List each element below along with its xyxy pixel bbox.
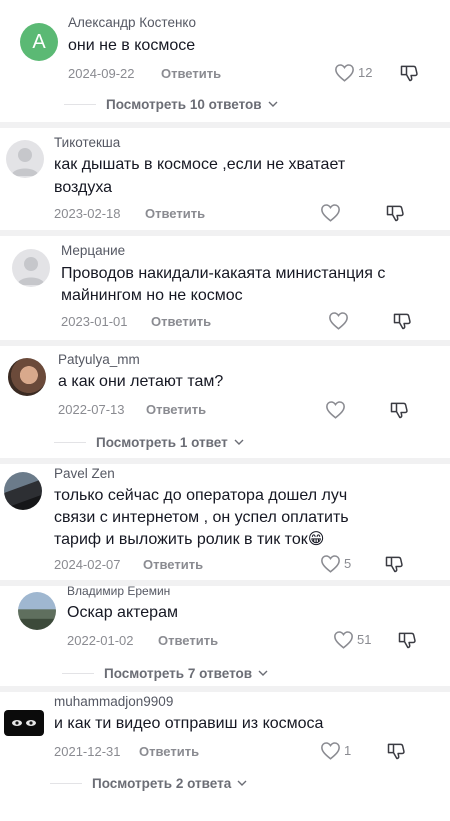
comment-text: а как они летают там? bbox=[58, 373, 224, 390]
eyes-image-icon bbox=[12, 720, 36, 726]
avatar[interactable] bbox=[4, 710, 44, 736]
like-button[interactable] bbox=[325, 400, 346, 419]
like-button[interactable]: 1 bbox=[320, 741, 351, 760]
comment-item: Мерцание Проводов накидали-какаята минис… bbox=[0, 236, 450, 340]
view-replies-label: Посмотреть 1 ответ bbox=[96, 435, 228, 450]
view-replies-button[interactable]: Посмотреть 2 ответа bbox=[50, 776, 247, 791]
dislike-button[interactable] bbox=[385, 203, 405, 228]
view-replies-button[interactable]: Посмотреть 10 ответов bbox=[64, 97, 278, 112]
comment-text: воздуха bbox=[54, 179, 113, 196]
reply-button[interactable]: Ответить bbox=[151, 314, 211, 329]
like-button[interactable]: 51 bbox=[333, 630, 371, 649]
like-button[interactable] bbox=[320, 203, 341, 222]
thumbs-down-icon bbox=[386, 205, 404, 222]
default-avatar-icon bbox=[11, 148, 39, 176]
dislike-button[interactable] bbox=[392, 311, 412, 336]
avatar[interactable] bbox=[18, 592, 56, 630]
comment-username[interactable]: Владимир Еремин bbox=[67, 584, 170, 598]
dislike-button[interactable] bbox=[386, 741, 406, 766]
comment-date: 2022-01-02 bbox=[67, 633, 134, 648]
thumbs-down-icon bbox=[400, 65, 418, 82]
heart-outline-icon bbox=[321, 555, 340, 573]
comment-item: muhammadjon9909 и как ти видео отправиш … bbox=[0, 692, 450, 821]
comment-text: они не в космосе bbox=[68, 37, 196, 54]
avatar[interactable] bbox=[8, 358, 46, 396]
comment-text: майнингом но не космос bbox=[61, 287, 243, 304]
comment-date: 2021-12-31 bbox=[54, 744, 121, 759]
heart-outline-icon bbox=[329, 312, 348, 330]
comment-date: 2024-02-07 bbox=[54, 557, 121, 572]
comment-username[interactable]: Patyulya_mm bbox=[58, 352, 140, 367]
heart-outline-icon bbox=[326, 401, 345, 419]
chevron-down-icon bbox=[258, 670, 268, 676]
divider-line bbox=[64, 104, 96, 105]
reply-button[interactable]: Ответить bbox=[161, 66, 221, 81]
heart-outline-icon bbox=[321, 204, 340, 222]
divider-line bbox=[50, 783, 82, 784]
comment-item: A Александр Костенко они не в космосе 20… bbox=[0, 0, 450, 122]
dislike-button[interactable] bbox=[399, 63, 419, 88]
like-count: 51 bbox=[357, 632, 372, 647]
comment-text: тариф и выложить ролик в тик ток😁 bbox=[54, 531, 325, 548]
dislike-button[interactable] bbox=[384, 554, 404, 579]
comment-username[interactable]: Александр Костенко bbox=[68, 15, 196, 30]
view-replies-label: Посмотреть 2 ответа bbox=[92, 776, 232, 791]
comment-username[interactable]: Мерцание bbox=[61, 243, 125, 258]
divider-line bbox=[62, 673, 94, 674]
comment-text: как дышать в космосе ,если не хватает bbox=[54, 156, 346, 173]
like-button[interactable]: 5 bbox=[320, 554, 351, 573]
comment-username[interactable]: muhammadjon9909 bbox=[54, 694, 173, 709]
avatar[interactable] bbox=[12, 249, 50, 287]
comment-item: Владимир Еремин Оскар актерам 2022-01-02… bbox=[0, 584, 450, 686]
like-button[interactable] bbox=[328, 311, 349, 330]
comment-item: Тикотекша как дышать в космосе ,если не … bbox=[0, 128, 450, 230]
reply-button[interactable]: Ответить bbox=[139, 744, 199, 759]
avatar-letter: A bbox=[32, 30, 46, 53]
heart-outline-icon bbox=[334, 631, 353, 649]
comment-text: Оскар актерам bbox=[67, 604, 178, 621]
comment-username[interactable]: Pavel Zen bbox=[54, 466, 115, 481]
chevron-down-icon bbox=[268, 101, 278, 107]
comment-username[interactable]: Тикотекша bbox=[54, 135, 120, 150]
comment-text: связи с интернетом , он успел оплатить bbox=[54, 509, 349, 526]
heart-outline-icon bbox=[335, 64, 354, 82]
heart-outline-icon bbox=[321, 742, 340, 760]
comment-text: и как ти видео отправиш из космоса bbox=[54, 715, 324, 732]
reply-button[interactable]: Ответить bbox=[145, 206, 205, 221]
chevron-down-icon bbox=[234, 439, 244, 445]
avatar[interactable] bbox=[6, 140, 44, 178]
view-replies-button[interactable]: Посмотреть 1 ответ bbox=[54, 435, 244, 450]
comment-text: Проводов накидали-какаята министанция с bbox=[61, 265, 386, 282]
like-count: 12 bbox=[358, 65, 373, 80]
comment-date: 2023-02-18 bbox=[54, 206, 121, 221]
comment-text: только сейчас до оператора дошел луч bbox=[54, 487, 348, 504]
comment-date: 2024-09-22 bbox=[68, 66, 135, 81]
chevron-down-icon bbox=[237, 780, 247, 786]
comment-date: 2022-07-13 bbox=[58, 402, 125, 417]
divider-line bbox=[54, 442, 86, 443]
dislike-button[interactable] bbox=[389, 400, 409, 425]
view-replies-label: Посмотреть 7 ответов bbox=[104, 666, 253, 681]
reply-button[interactable]: Ответить bbox=[158, 633, 218, 648]
thumbs-down-icon bbox=[398, 632, 416, 649]
view-replies-button[interactable]: Посмотреть 7 ответов bbox=[62, 666, 268, 681]
thumbs-down-icon bbox=[387, 743, 405, 760]
dislike-button[interactable] bbox=[397, 630, 417, 655]
reply-button[interactable]: Ответить bbox=[143, 557, 203, 572]
comment-item: Patyulya_mm а как они летают там? 2022-0… bbox=[0, 346, 450, 458]
view-replies-label: Посмотреть 10 ответов bbox=[106, 97, 262, 112]
avatar[interactable] bbox=[4, 472, 42, 510]
thumbs-down-icon bbox=[393, 313, 411, 330]
like-button[interactable]: 12 bbox=[334, 63, 372, 82]
avatar[interactable]: A bbox=[20, 23, 58, 61]
comment-item: Pavel Zen только сейчас до оператора дош… bbox=[0, 464, 450, 580]
comment-date: 2023-01-01 bbox=[61, 314, 128, 329]
default-avatar-icon bbox=[17, 257, 45, 285]
thumbs-down-icon bbox=[390, 402, 408, 419]
reply-button[interactable]: Ответить bbox=[146, 402, 206, 417]
thumbs-down-icon bbox=[385, 556, 403, 573]
like-count: 1 bbox=[344, 743, 352, 758]
like-count: 5 bbox=[344, 556, 352, 571]
